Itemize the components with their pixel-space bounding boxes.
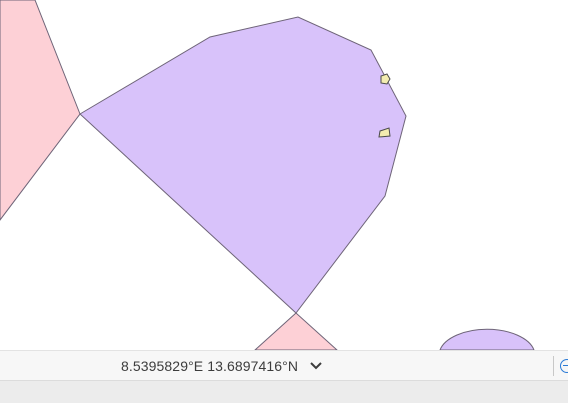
purple-region-bottom-right[interactable]: [439, 328, 535, 350]
pink-region-left[interactable]: [0, 0, 81, 221]
pink-region-bottom[interactable]: [254, 312, 338, 350]
coordinate-readout: 8.5395829°E 13.6897416°N: [121, 358, 299, 374]
purple-region-main[interactable]: [79, 16, 407, 314]
coordinate-format-dropdown[interactable]: [306, 357, 326, 375]
chevron-down-icon: [310, 362, 322, 370]
map-view[interactable]: [0, 0, 568, 350]
status-bar: 8.5395829°E 13.6897416°N: [0, 350, 568, 380]
zoom-icon[interactable]: [560, 359, 568, 373]
status-divider: [553, 356, 554, 376]
footer-strip: [0, 380, 568, 403]
map-canvas[interactable]: [0, 0, 568, 350]
